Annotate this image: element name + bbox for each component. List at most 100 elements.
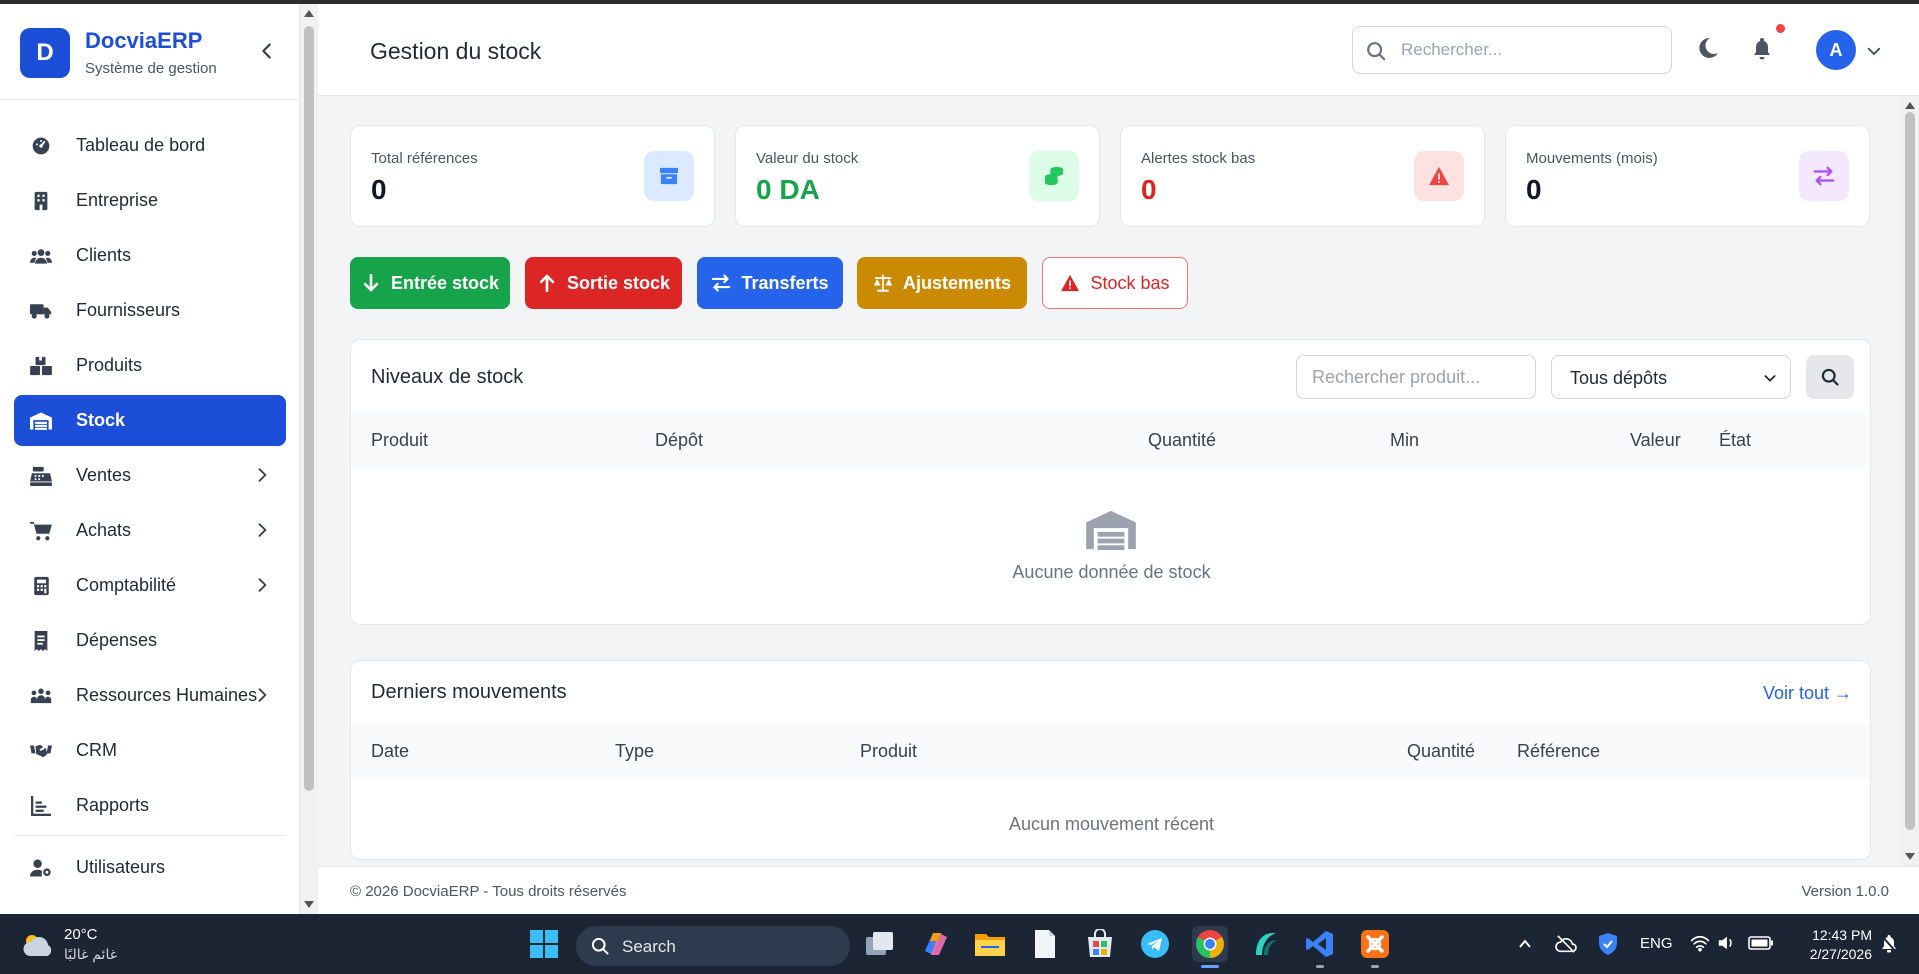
- warning-icon: [1060, 273, 1080, 293]
- sidebar-item-tableau-de-bord[interactable]: Tableau de bord: [14, 120, 286, 171]
- column-header-etat[interactable]: État: [1719, 430, 1751, 451]
- sidebar-item-clients[interactable]: Clients: [14, 230, 286, 281]
- sidebar-item-crm[interactable]: CRM: [14, 725, 286, 776]
- global-search-input[interactable]: [1401, 37, 1661, 63]
- stat-card-valeur-stock: Valeur du stock 0 DA: [735, 125, 1100, 227]
- sidebar-item-stock[interactable]: Stock: [14, 395, 286, 446]
- movements-empty-text: Aucun mouvement récent: [1008, 814, 1215, 834]
- receipt-icon: [30, 630, 52, 652]
- column-header-produit[interactable]: Produit: [860, 741, 917, 762]
- sidebar: D DocviaERP Système de gestion Tableau d…: [0, 4, 300, 914]
- transferts-button[interactable]: Transferts: [697, 257, 843, 309]
- wifi-icon[interactable]: [1690, 934, 1710, 952]
- notification-bell-off-icon[interactable]: [1880, 934, 1898, 954]
- moon-icon[interactable]: [1696, 36, 1720, 60]
- column-header-produit[interactable]: Produit: [371, 430, 428, 451]
- column-header-quantite[interactable]: Quantité: [1148, 430, 1216, 451]
- sortie-stock-button[interactable]: Sortie stock: [525, 257, 682, 309]
- see-all-link[interactable]: Voir tout →: [1763, 683, 1852, 704]
- microsoft-store-icon[interactable]: [1082, 926, 1118, 962]
- chevron-right-icon: [258, 468, 267, 482]
- notepad-icon[interactable]: [1027, 926, 1063, 962]
- sidebar-item-utilisateurs[interactable]: Utilisateurs: [14, 842, 286, 893]
- product-search-input[interactable]: [1296, 355, 1536, 399]
- column-header-type[interactable]: Type: [615, 741, 654, 762]
- sidebar-scroll-thumb[interactable]: [304, 26, 314, 791]
- weather-description: غائم غالبًا: [64, 946, 118, 962]
- battery-icon[interactable]: [1748, 936, 1774, 950]
- stock-search-button[interactable]: [1806, 355, 1854, 399]
- button-label: Transferts: [741, 272, 829, 293]
- scroll-up-arrow-icon[interactable]: [1905, 102, 1915, 109]
- xampp-icon[interactable]: [1357, 926, 1393, 962]
- scroll-up-arrow-icon[interactable]: [304, 10, 314, 17]
- telegram-icon[interactable]: [1137, 926, 1173, 962]
- active-app-indicator: [1201, 965, 1219, 968]
- ajustements-button[interactable]: Ajustements: [857, 257, 1027, 309]
- main-scrollbar[interactable]: [1901, 96, 1919, 866]
- stock-table-header: Produit Dépôt Quantité Min Valeur État: [351, 412, 1870, 468]
- file-explorer-icon[interactable]: [972, 926, 1008, 962]
- bell-icon[interactable]: [1750, 36, 1774, 60]
- global-search[interactable]: [1352, 26, 1672, 74]
- cash-register-icon: [30, 465, 52, 487]
- depot-select[interactable]: Tous dépôts: [1551, 355, 1791, 399]
- wave-app-icon[interactable]: [1247, 926, 1283, 962]
- stat-label: Total références: [371, 150, 478, 167]
- scroll-down-arrow-icon[interactable]: [304, 901, 314, 908]
- stat-card-total-references: Total références 0: [350, 125, 715, 227]
- clock-date: 2/27/2026: [1809, 946, 1872, 962]
- volume-icon[interactable]: [1717, 934, 1735, 952]
- weather-widget[interactable]: 20°C غائم غالبًا: [20, 924, 130, 966]
- chart-icon: [30, 795, 52, 817]
- sidebar-item-achats[interactable]: Achats: [14, 505, 286, 556]
- sidebar-item-entreprise[interactable]: Entreprise: [14, 175, 286, 226]
- task-view-icon[interactable]: [862, 926, 898, 962]
- search-icon: [1821, 368, 1839, 386]
- system-clock[interactable]: 12:43 PM 2/27/2026: [1792, 926, 1872, 964]
- sidebar-item-ressources-humaines[interactable]: Ressources Humaines: [14, 670, 286, 721]
- cloud-sun-icon: [23, 935, 52, 956]
- sidebar-scrollbar[interactable]: [300, 4, 318, 914]
- truck-icon: [30, 300, 52, 322]
- sidebar-item-label: Stock: [76, 410, 126, 430]
- sidebar-item-depenses[interactable]: Dépenses: [14, 615, 286, 666]
- copilot-icon[interactable]: [918, 926, 954, 962]
- column-header-depot[interactable]: Dépôt: [655, 430, 703, 451]
- scroll-down-arrow-icon[interactable]: [1905, 853, 1915, 860]
- sidebar-item-ventes[interactable]: Ventes: [14, 450, 286, 501]
- cloud-off-icon[interactable]: [1555, 934, 1577, 954]
- sidebar-item-label: Rapports: [76, 795, 150, 815]
- brand-name[interactable]: DocviaERP: [85, 28, 202, 54]
- sidebar-item-rapports[interactable]: Rapports: [14, 780, 286, 831]
- sidebar-item-produits[interactable]: Produits: [14, 340, 286, 391]
- brand-logo[interactable]: D: [20, 28, 70, 78]
- vscode-icon[interactable]: [1302, 926, 1338, 962]
- column-header-reference[interactable]: Référence: [1517, 741, 1600, 762]
- stock-bas-button[interactable]: Stock bas: [1042, 257, 1188, 309]
- user-avatar[interactable]: A: [1816, 30, 1856, 70]
- security-shield-icon[interactable]: [1598, 932, 1618, 956]
- running-app-indicator: [1316, 965, 1324, 968]
- sidebar-item-fournisseurs[interactable]: Fournisseurs: [14, 285, 286, 336]
- sidebar-item-label: Clients: [76, 245, 132, 265]
- windows-start-icon[interactable]: [526, 926, 562, 962]
- input-language[interactable]: ENG: [1640, 935, 1673, 952]
- user-gear-icon: [30, 857, 52, 879]
- chrome-icon[interactable]: [1192, 926, 1228, 962]
- main-scroll-thumb[interactable]: [1905, 112, 1915, 830]
- column-header-quantite[interactable]: Quantité: [1407, 741, 1475, 762]
- sidebar-item-comptabilite[interactable]: Comptabilité: [14, 560, 286, 611]
- column-header-valeur[interactable]: Valeur: [1630, 430, 1681, 451]
- version-text: Version 1.0.0: [1801, 883, 1889, 900]
- stock-levels-panel: Niveaux de stock Tous dépôts Produit Dép…: [350, 339, 1871, 625]
- chevron-down-icon[interactable]: [1865, 42, 1883, 60]
- column-header-date[interactable]: Date: [371, 741, 409, 762]
- boxes-icon: [30, 355, 52, 377]
- taskbar-search[interactable]: Search: [576, 926, 850, 966]
- column-header-min[interactable]: Min: [1390, 430, 1419, 451]
- clock-time: 12:43 PM: [1812, 927, 1872, 943]
- collapse-sidebar-chevron-left-icon[interactable]: [256, 40, 278, 62]
- chevron-up-icon[interactable]: [1517, 936, 1533, 952]
- entree-stock-button[interactable]: Entrée stock: [350, 257, 510, 309]
